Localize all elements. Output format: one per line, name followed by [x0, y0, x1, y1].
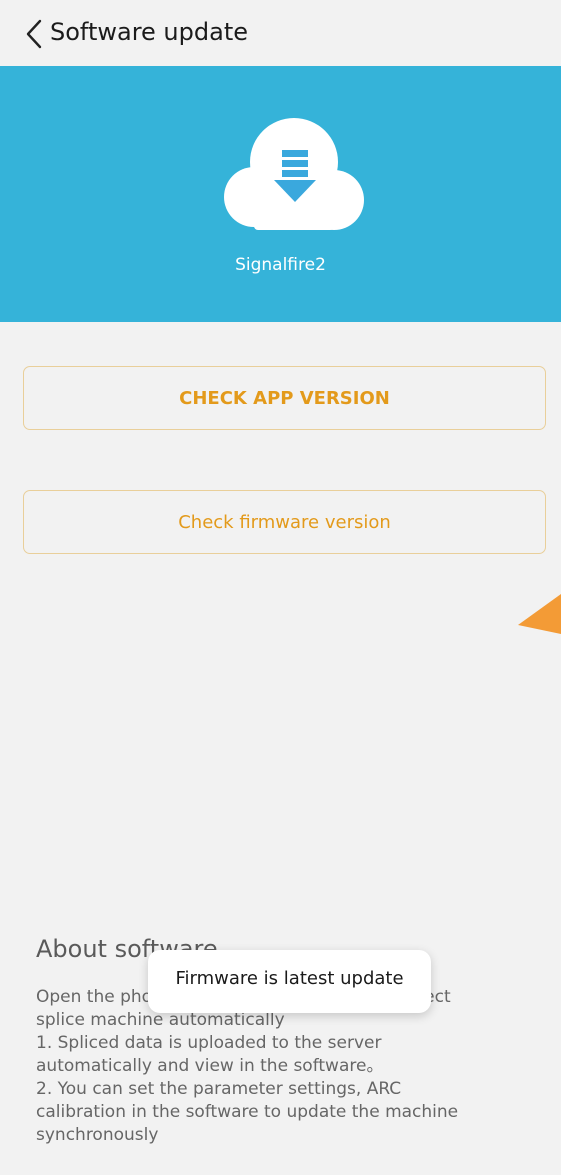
about-line: calibration in the software to update th… [36, 1102, 459, 1122]
chevron-left-icon [26, 19, 42, 49]
back-button[interactable] [22, 14, 46, 54]
page-title: Software update [50, 18, 248, 46]
check-app-version-button[interactable]: CHECK APP VERSION [23, 366, 546, 430]
about-line: 2. You can set the parameter settings, A… [36, 1079, 402, 1099]
about-line: automatically and view in the software。 [36, 1056, 384, 1076]
floating-handle-icon[interactable] [518, 590, 561, 634]
top-bar: Software update [0, 0, 561, 66]
device-name: Signalfire2 [235, 255, 326, 275]
about-line: synchronously [36, 1125, 159, 1145]
cloud-download-icon [224, 118, 364, 230]
about-line: 1. Spliced data is uploaded to the serve… [36, 1033, 382, 1053]
check-firmware-version-button[interactable]: Check firmware version [23, 490, 546, 554]
toast-message: Firmware is latest update [148, 950, 431, 1013]
